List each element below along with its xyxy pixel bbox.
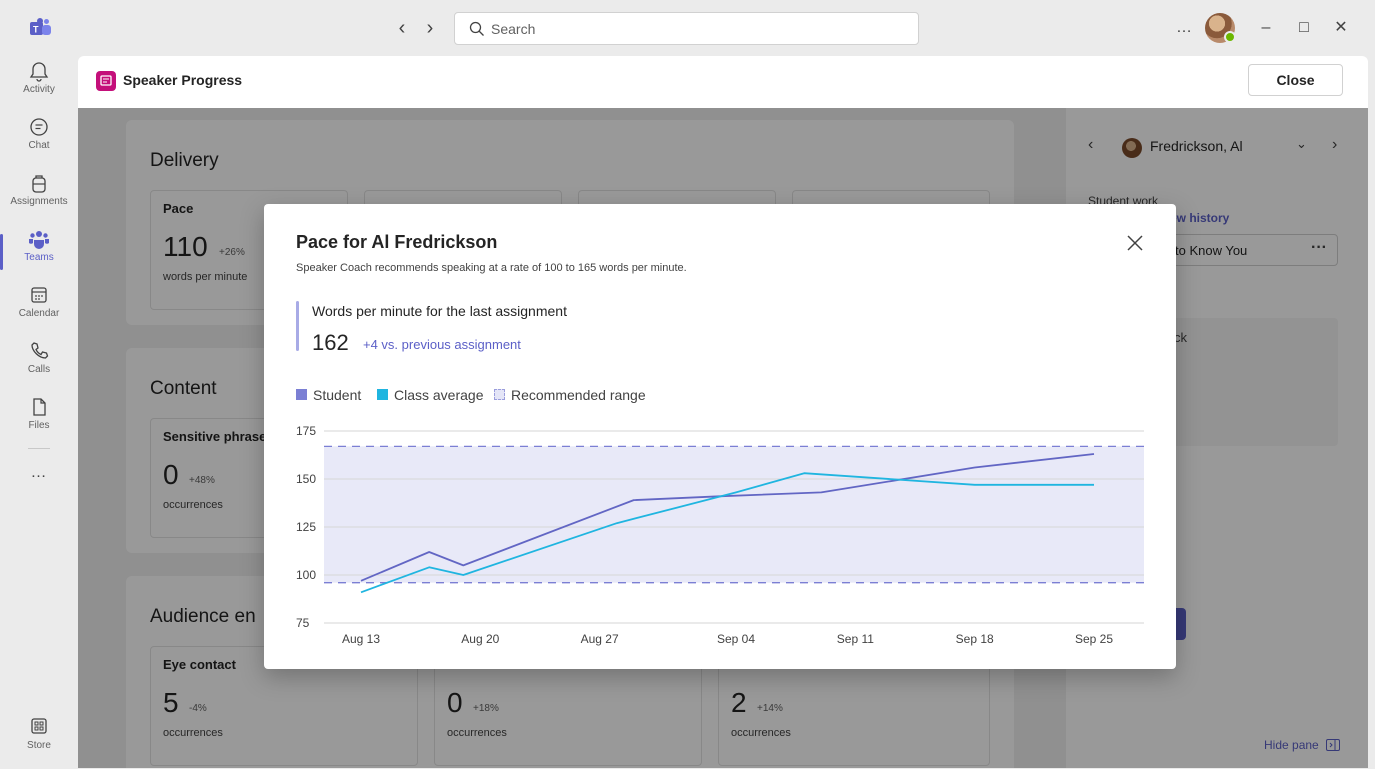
close-button[interactable]: Close [1248,64,1343,96]
more-options-icon[interactable]: … [1170,14,1198,42]
y-tick-label: 75 [296,616,310,630]
calendar-icon [31,287,47,303]
title-bar: T ‹ › Search … – □ ✕ [0,0,1375,56]
rail-item-store[interactable]: Store [0,716,78,769]
search-icon [469,21,484,36]
legend-label: Student [313,387,362,403]
pace-dialog: Pace for Al Fredrickson Speaker Coach re… [264,204,1176,669]
x-tick-label: Aug 27 [581,632,619,646]
stat-value: 162 [312,330,349,355]
rail-label: Files [28,420,50,431]
y-tick-label: 125 [296,520,316,534]
x-tick-label: Aug 13 [342,632,380,646]
rail-item-teams[interactable]: Teams [0,228,78,284]
store-icon [31,718,47,734]
rail-item-files[interactable]: Files [0,396,78,452]
rail-label: Assignments [10,196,68,207]
teams-logo-icon: T [30,18,51,35]
rail-item-calendar[interactable]: Calendar [0,284,78,340]
chat-icon [30,118,48,136]
legend-label: Recommended range [511,387,646,403]
presence-status-icon [1224,31,1236,43]
search-placeholder: Search [491,21,536,37]
y-tick-label: 100 [296,568,316,582]
teams-icon [29,231,49,249]
rail-divider [28,448,50,449]
rail-label: Activity [23,84,55,95]
dialog-subtitle: Speaker Coach recommends speaking at a r… [296,262,687,274]
app-rail: Activity Chat Assignments Teams Calendar… [0,56,78,769]
back-arrow-icon[interactable]: ‹ [390,14,414,42]
search-input[interactable]: Search [454,12,919,45]
rail-item-chat[interactable]: Chat [0,116,78,172]
backpack-icon [32,175,46,193]
x-tick-label: Sep 18 [956,632,994,646]
maximize-button[interactable]: □ [1290,14,1318,42]
stat-accent-bar [296,301,299,351]
stat-change: +4 vs. previous assignment [363,337,521,352]
rail-label: Chat [28,140,50,151]
file-icon [33,398,46,416]
x-tick-label: Sep 11 [837,632,874,646]
svg-text:T: T [33,25,39,35]
app-title: Speaker Progress [123,72,243,88]
rail-item-activity[interactable]: Activity [0,60,78,116]
dialog-title: Pace for Al Fredrickson [296,232,498,252]
legend-swatch [296,389,307,400]
recommended-range-band [324,446,1144,583]
rail-label: Calendar [18,308,60,319]
x-tick-label: Sep 25 [1075,632,1113,646]
rail-label: Calls [27,364,51,375]
y-tick-label: 150 [296,472,316,486]
stat-label: Words per minute for the last assignment [312,303,567,319]
rail-more-apps-icon[interactable]: … [0,464,78,520]
rail-item-calls[interactable]: Calls [0,340,78,396]
x-tick-label: Aug 20 [461,632,499,646]
bell-icon [29,62,49,82]
rail-item-assignments[interactable]: Assignments [0,172,78,228]
close-icon[interactable] [1122,230,1148,256]
y-tick-label: 175 [296,424,316,438]
app-header: Speaker Progress Close [78,56,1368,108]
window-close-button[interactable]: ✕ [1327,14,1355,42]
forward-arrow-icon[interactable]: › [418,14,442,42]
rail-label: Teams [24,252,54,263]
speaker-progress-app-icon [96,71,116,91]
x-tick-label: Sep 04 [717,632,755,646]
legend-swatch [377,389,388,400]
phone-icon [31,342,49,359]
legend-swatch [494,389,505,400]
minimize-button[interactable]: – [1252,14,1280,42]
legend-label: Class average [394,387,484,403]
rail-label: Store [27,740,51,751]
pace-line-chart: 75 100 125 150 175 Aug 13 Aug 20 Aug 27 Sep 04 Se… [296,424,1144,646]
